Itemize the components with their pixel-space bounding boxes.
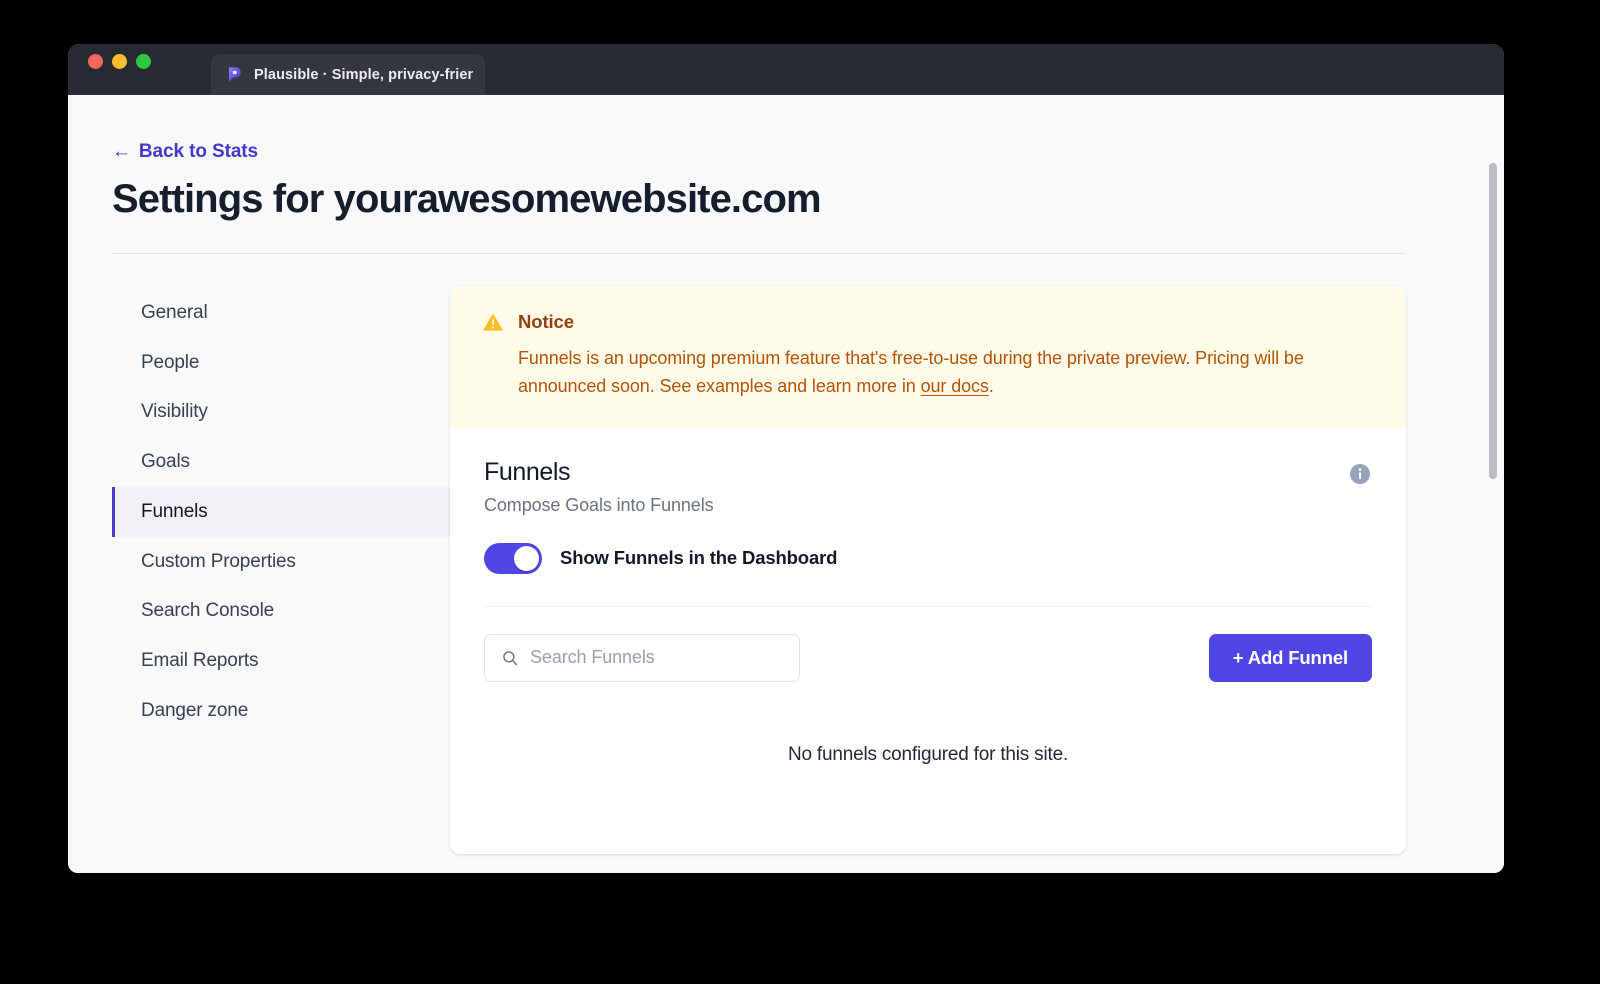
our-docs-link[interactable]: our docs xyxy=(921,376,989,396)
info-circle-icon[interactable] xyxy=(1348,462,1372,486)
sidebar-item-visibility[interactable]: Visibility xyxy=(112,387,450,437)
back-to-stats-label: Back to Stats xyxy=(138,141,258,162)
search-icon xyxy=(503,650,518,665)
search-funnels-input[interactable] xyxy=(484,633,800,682)
notice-text-after-link: . xyxy=(988,375,994,396)
settings-page: ← Back to Stats Settings for yourawesome… xyxy=(68,95,1472,854)
funnels-empty-state: No funnels configured for this site. xyxy=(787,743,1069,765)
funnels-heading-group: Funnels Compose Goals into Funnels xyxy=(484,458,714,516)
sidebar-item-danger-zone[interactable]: Danger zone xyxy=(112,686,450,736)
funnels-section: Funnels Compose Goals into Funnels Show … xyxy=(450,428,1406,854)
section-divider xyxy=(484,605,1372,607)
plausible-logo-icon xyxy=(228,67,241,82)
sidebar-item-custom-properties[interactable]: Custom Properties xyxy=(112,537,450,587)
notice-text-before-link: Funnels is an upcoming premium feature t… xyxy=(518,347,1304,396)
funnels-actions-row: + Add Funnel xyxy=(484,633,1372,682)
notice-body: Funnels is an upcoming premium feature t… xyxy=(518,345,1372,401)
notice-header: Notice xyxy=(482,311,1372,333)
desktop-backdrop: Plausible · Simple, privacy-frien ← Back… xyxy=(0,0,1600,984)
page-title: Settings for yourawesomewebsite.com xyxy=(112,177,822,221)
show-funnels-toggle-label: Show Funnels in the Dashboard xyxy=(560,547,838,569)
arrow-left-icon: ← xyxy=(112,141,131,162)
show-funnels-toggle[interactable] xyxy=(484,542,542,574)
search-funnels-wrapper xyxy=(484,633,800,682)
settings-sidebar: General People Visibility Goals Funnels … xyxy=(112,286,450,854)
close-window-button[interactable] xyxy=(88,53,103,69)
sidebar-item-funnels[interactable]: Funnels xyxy=(112,486,450,537)
notice-title: Notice xyxy=(518,310,574,332)
sidebar-item-people[interactable]: People xyxy=(112,338,450,388)
vertical-scrollbar[interactable] xyxy=(1489,163,1497,479)
sidebar-item-general[interactable]: General xyxy=(112,288,450,338)
notice-banner: Notice Funnels is an upcoming premium fe… xyxy=(450,285,1406,428)
funnels-settings-card: Notice Funnels is an upcoming premium fe… xyxy=(450,285,1406,854)
window-traffic-lights xyxy=(68,44,151,95)
browser-tabstrip: Plausible · Simple, privacy-frien xyxy=(211,44,485,95)
funnels-section-header: Funnels Compose Goals into Funnels xyxy=(484,458,1372,516)
minimize-window-button[interactable] xyxy=(112,53,127,69)
browser-tab-plausible[interactable]: Plausible · Simple, privacy-frien xyxy=(211,54,485,95)
settings-body: General People Visibility Goals Funnels … xyxy=(112,285,1472,854)
browser-window: Plausible · Simple, privacy-frien ← Back… xyxy=(68,44,1504,873)
browser-tab-title: Plausible · Simple, privacy-frien xyxy=(254,66,473,83)
browser-titlebar: Plausible · Simple, privacy-frien xyxy=(68,44,1504,95)
add-funnel-button[interactable]: + Add Funnel xyxy=(1208,633,1372,682)
toggle-knob xyxy=(514,545,539,571)
title-divider xyxy=(112,252,1406,254)
back-to-stats-link[interactable]: ← Back to Stats xyxy=(112,141,258,163)
zoom-window-button[interactable] xyxy=(136,53,151,69)
sidebar-item-goals[interactable]: Goals xyxy=(112,437,450,487)
browser-viewport: ← Back to Stats Settings for yourawesome… xyxy=(68,95,1504,873)
show-funnels-toggle-row: Show Funnels in the Dashboard xyxy=(484,542,1372,574)
section-title: Funnels xyxy=(484,457,571,486)
sidebar-item-search-console[interactable]: Search Console xyxy=(112,586,450,636)
warning-triangle-icon xyxy=(482,313,504,331)
section-subtitle: Compose Goals into Funnels xyxy=(484,494,714,515)
sidebar-item-email-reports[interactable]: Email Reports xyxy=(112,636,450,686)
